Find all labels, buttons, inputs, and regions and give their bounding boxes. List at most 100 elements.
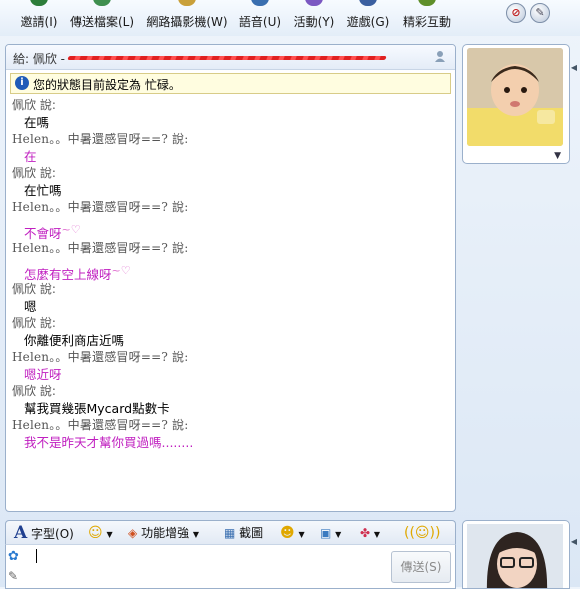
status-text: 您的狀態目前設定為 忙碌。 bbox=[33, 78, 181, 92]
font-label: 字型(O) bbox=[31, 527, 74, 541]
message-text: 嗯近呀 bbox=[24, 367, 62, 382]
message-compose-area: ✿ ✎ 傳送(S) bbox=[5, 544, 456, 589]
self-display-picture bbox=[467, 524, 563, 588]
interactive-button[interactable]: 精彩互動 bbox=[398, 0, 456, 32]
font-icon: A bbox=[14, 523, 28, 543]
handwriting-icon[interactable]: ✎ bbox=[8, 569, 18, 583]
message: Helen。。中暑還感冒呀==? 說: 怎麼有空上線呀~♡ bbox=[12, 240, 450, 283]
voice-button[interactable]: 語音(U) bbox=[236, 0, 284, 32]
message-sender: Helen。。中暑還感冒呀==? 說: bbox=[12, 200, 189, 214]
message-input[interactable] bbox=[36, 549, 37, 563]
webcam-button[interactable]: 網路攝影機(W) bbox=[144, 0, 230, 32]
message-body: 怎麼有空上線呀~♡ bbox=[12, 257, 450, 283]
message: 佩欣 說: 在嗎 bbox=[12, 97, 450, 131]
collapse-arrow-icon[interactable]: ◀ bbox=[570, 532, 578, 552]
block-icon: ⊘ bbox=[511, 6, 521, 19]
voice-icon bbox=[251, 0, 269, 6]
gift-icon: ✤ bbox=[360, 526, 371, 540]
voice-label: 語音(U) bbox=[238, 15, 282, 29]
send-file-icon bbox=[93, 0, 111, 6]
games-label: 遊戲(G) bbox=[346, 15, 390, 29]
message-text: 怎麼有空上線呀 bbox=[24, 267, 112, 283]
message-text: 在忙嗎 bbox=[24, 183, 62, 198]
message: 佩欣 說: 幫我買幾張Mycard點數卡 bbox=[12, 383, 450, 417]
picture-icon: ▣ bbox=[320, 526, 332, 540]
message-text: 在嗎 bbox=[24, 115, 50, 130]
message: Helen。。中暑還感冒呀==? 說: 在 bbox=[12, 131, 450, 165]
person-icon[interactable] bbox=[433, 49, 447, 63]
message-sender: Helen。。中暑還感冒呀==? 說: bbox=[12, 241, 189, 255]
font-button[interactable]: A 字型(O) bbox=[14, 524, 74, 542]
send-file-label: 傳送檔案(L) bbox=[69, 15, 135, 29]
butterfly-icon[interactable]: ✿ bbox=[8, 549, 19, 564]
message-list: 佩欣 說: 在嗎 Helen。。中暑還感冒呀==? 說: 在 佩欣 說: 在忙嗎… bbox=[12, 97, 450, 451]
smiley-icon: ☺ bbox=[88, 525, 103, 541]
dropdown-arrow-icon: ▼ bbox=[106, 530, 113, 539]
grid-icon: ▦ bbox=[224, 526, 236, 540]
to-bar: 給: 佩欣 - bbox=[6, 45, 455, 70]
dropdown-arrow-icon: ▼ bbox=[298, 530, 305, 539]
message-sender: 佩欣 說: bbox=[12, 316, 56, 330]
send-button[interactable]: 傳送(S) bbox=[391, 551, 451, 583]
features-icon: ◈ bbox=[128, 526, 138, 540]
message: 佩欣 說: 在忙嗎 bbox=[12, 165, 450, 199]
self-photo-icon bbox=[467, 524, 563, 588]
background-button[interactable]: ▣ ▼ bbox=[320, 524, 341, 542]
dropdown-arrow-icon: ▼ bbox=[335, 530, 342, 539]
message-sender: 佩欣 說: bbox=[12, 98, 56, 112]
nudge-button[interactable]: ((☺)) bbox=[404, 524, 440, 542]
interactive-icon bbox=[418, 0, 436, 6]
wink-button[interactable]: ☻ ▼ bbox=[280, 524, 305, 542]
menu-button[interactable]: ✎ bbox=[530, 3, 550, 23]
message-body: 不會呀~♡ bbox=[12, 216, 450, 242]
message: Helen。。中暑還感冒呀==? 說: 不會呀~♡ bbox=[12, 199, 450, 242]
emoticon-button[interactable]: ☺ ▼ bbox=[88, 524, 113, 542]
interactive-label: 精彩互動 bbox=[402, 15, 451, 29]
menu-icon: ✎ bbox=[535, 6, 545, 19]
screenshot-button[interactable]: ▦ 截圖 bbox=[224, 524, 263, 542]
webcam-icon bbox=[178, 0, 196, 6]
message-text: 幫我買幾張Mycard點數卡 bbox=[24, 401, 170, 416]
games-icon bbox=[359, 0, 377, 6]
screenshot-label: 截圖 bbox=[239, 526, 264, 540]
activities-label: 活動(Y) bbox=[293, 15, 335, 29]
nudge-icon: ((☺)) bbox=[404, 525, 441, 541]
message-sender: Helen。。中暑還感冒呀==? 說: bbox=[12, 418, 189, 432]
redacted-address bbox=[67, 56, 387, 60]
message: 佩欣 說: 你離便利商店近嗎 bbox=[12, 315, 450, 349]
top-toolbar: 邀請(I) 傳送檔案(L) 網路攝影機(W) 語音(U) 活動(Y) 遊戲(G)… bbox=[0, 0, 580, 36]
send-file-button[interactable]: 傳送檔案(L) bbox=[68, 0, 136, 32]
activities-icon bbox=[305, 0, 323, 6]
message-text: 嗯 bbox=[24, 299, 37, 314]
tilde-heart-emoticon: ~♡ bbox=[111, 264, 131, 277]
webcam-label: 網路攝影機(W) bbox=[146, 15, 228, 29]
format-toolbar: A 字型(O) ☺ ▼ ◈ 功能增強 ▼ ▦ 截圖 ☻ ▼ ▣ ▼ ✤ ▼ ((… bbox=[5, 520, 456, 545]
message: Helen。。中暑還感冒呀==? 說: 我不是昨天才幫你買過嗎........ bbox=[12, 417, 450, 451]
features-label: 功能增強 bbox=[141, 526, 190, 540]
message-text: 我不是昨天才幫你買過嗎........ bbox=[24, 435, 194, 450]
left-tools: ✿ ✎ bbox=[8, 549, 24, 585]
conversation-pane: 給: 佩欣 - i 您的狀態目前設定為 忙碌。 佩欣 說: 在嗎 Helen。。… bbox=[5, 44, 456, 512]
buddy-display-picture-frame[interactable]: ▼ bbox=[462, 44, 570, 164]
message-sender: 佩欣 說: bbox=[12, 166, 56, 180]
games-button[interactable]: 遊戲(G) bbox=[344, 0, 392, 32]
activities-button[interactable]: 活動(Y) bbox=[290, 0, 338, 32]
message-text: 不會呀 bbox=[24, 226, 62, 242]
block-button[interactable]: ⊘ bbox=[506, 3, 526, 23]
to-label: 給: 佩欣 - bbox=[13, 52, 66, 66]
chevron-down-icon[interactable]: ▼ bbox=[554, 151, 561, 161]
message-sender: Helen。。中暑還感冒呀==? 說: bbox=[12, 132, 189, 146]
message-sender: 佩欣 說: bbox=[12, 282, 56, 296]
buddy-display-picture bbox=[467, 48, 563, 146]
invite-label: 邀請(I) bbox=[20, 15, 58, 29]
baby-photo-icon bbox=[467, 48, 563, 146]
invite-button[interactable]: 邀請(I) bbox=[14, 0, 64, 32]
collapse-arrow-icon[interactable]: ◀ bbox=[570, 58, 578, 78]
dropdown-arrow-icon: ▼ bbox=[373, 530, 381, 539]
info-icon: i bbox=[15, 76, 29, 90]
self-display-picture-frame[interactable] bbox=[462, 520, 570, 589]
features-button[interactable]: ◈ 功能增強 ▼ bbox=[128, 524, 199, 542]
message: 佩欣 說: 嗯 bbox=[12, 281, 450, 315]
gift-button[interactable]: ✤ ▼ bbox=[360, 524, 380, 542]
invite-icon bbox=[30, 0, 48, 6]
